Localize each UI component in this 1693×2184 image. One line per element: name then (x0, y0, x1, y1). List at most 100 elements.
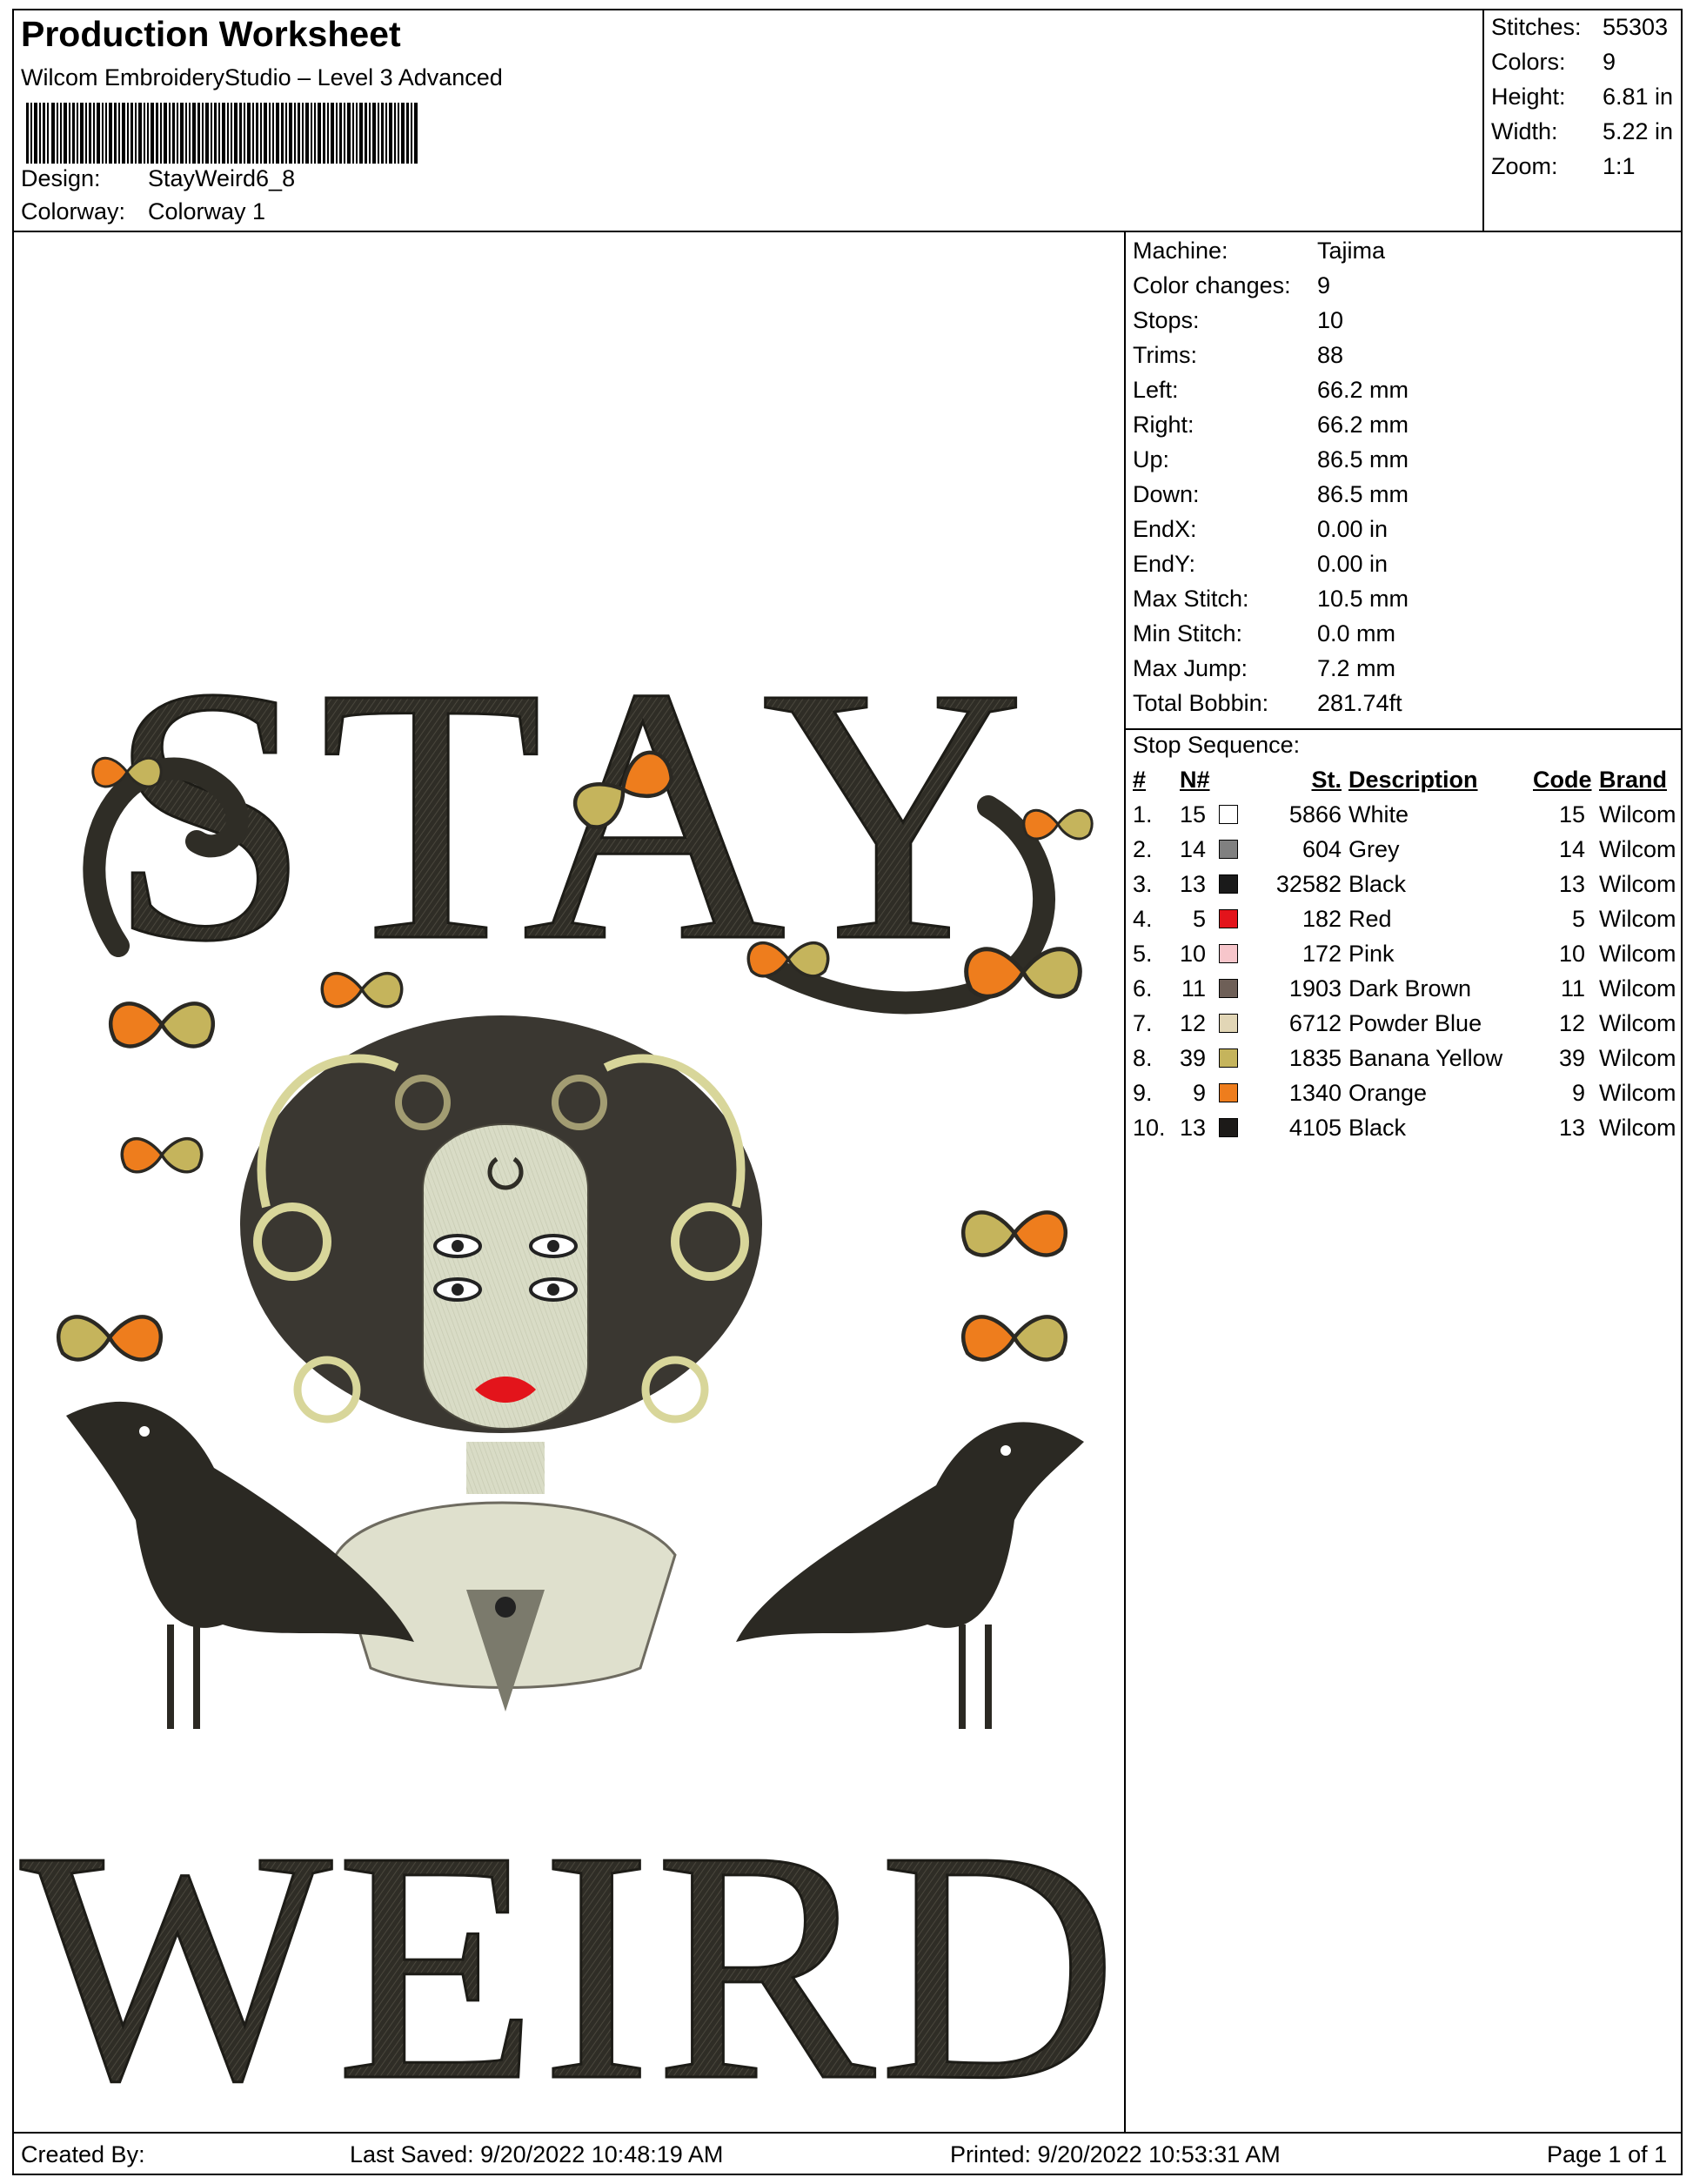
summary-label: Height: (1491, 84, 1566, 110)
seq-index: 8. (1133, 1045, 1153, 1071)
summary-label: Width: (1491, 118, 1558, 144)
color-swatch (1219, 1118, 1238, 1137)
seq-brand: Wilcom (1599, 906, 1676, 932)
butterfly (1022, 808, 1094, 841)
seq-description: Pink (1348, 941, 1395, 967)
seq-brand: Wilcom (1599, 1080, 1676, 1106)
info-label: Min Stitch: (1133, 620, 1243, 646)
info-label: Max Jump: (1133, 655, 1248, 681)
info-value: 0.0 mm (1317, 620, 1396, 646)
seq-needle: 13 (1180, 871, 1207, 897)
color-swatch (1219, 944, 1238, 963)
col-header-code: Code (1533, 767, 1592, 793)
info-label: Left: (1133, 377, 1179, 403)
summary-colors: Colors: 9 (1491, 49, 1616, 76)
info-value: Tajima (1317, 238, 1386, 264)
seq-brand: Wilcom (1599, 836, 1676, 862)
seq-needle: 12 (1180, 1010, 1207, 1036)
right-row: Right: 66.2 mm (1133, 412, 1409, 439)
seq-description: Black (1348, 1115, 1407, 1141)
butterfly (57, 1315, 163, 1362)
summary-value: 5.22 in (1603, 118, 1674, 144)
butterfly (120, 1136, 204, 1174)
info-value: 66.2 mm (1317, 377, 1409, 403)
summary-value: 1:1 (1603, 153, 1636, 179)
total-bobbin-row: Total Bobbin: 281.74ft (1133, 690, 1402, 717)
seq-index: 3. (1133, 871, 1153, 897)
info-label: Total Bobbin: (1133, 690, 1269, 716)
down-row: Down: 86.5 mm (1133, 481, 1409, 508)
col-header-brand: Brand (1599, 767, 1668, 793)
footer: Created By: Last Saved: 9/20/2022 10:48:… (14, 2132, 1681, 2175)
summary-label: Zoom: (1491, 153, 1558, 179)
color-swatch (1219, 805, 1238, 824)
seq-description: Red (1348, 906, 1392, 932)
seq-description: Dark Brown (1348, 975, 1472, 1002)
max-jump-row: Max Jump: 7.2 mm (1133, 655, 1395, 682)
seq-brand: Wilcom (1599, 975, 1676, 1002)
seq-brand: Wilcom (1599, 801, 1676, 827)
endy-row: EndY: 0.00 in (1133, 551, 1388, 578)
info-label: Color changes: (1133, 272, 1291, 298)
seq-code: 11 (1560, 975, 1585, 1002)
color-swatch (1219, 1083, 1238, 1102)
seq-index: 6. (1133, 975, 1153, 1002)
colorway-value: Colorway 1 (148, 198, 266, 224)
left-row: Left: 66.2 mm (1133, 377, 1409, 404)
header: Production Worksheet Wilcom EmbroiderySt… (14, 10, 1484, 232)
seq-code: 15 (1558, 801, 1585, 827)
seq-code: 14 (1558, 836, 1585, 862)
seq-brand: Wilcom (1599, 1115, 1676, 1141)
seq-code: 12 (1558, 1010, 1585, 1036)
seq-needle: 13 (1180, 1115, 1207, 1141)
summary-height: Height: 6.81 in (1491, 84, 1673, 111)
seq-stitches: 5866 (1288, 801, 1342, 827)
info-value: 281.74ft (1317, 690, 1402, 716)
seq-stitches: 4105 (1288, 1115, 1342, 1141)
summary-width: Width: 5.22 in (1491, 118, 1673, 145)
info-value: 0.00 in (1317, 551, 1389, 577)
seq-index: 10. (1133, 1115, 1166, 1141)
info-value: 10.5 mm (1317, 586, 1409, 612)
colorway-row: Colorway: Colorway 1 (21, 198, 265, 225)
seq-needle: 14 (1180, 836, 1207, 862)
col-header-needle: N# (1180, 767, 1210, 793)
seq-code: 13 (1558, 1115, 1585, 1141)
seq-index: 2. (1133, 836, 1153, 862)
seq-stitches: 604 (1302, 836, 1342, 862)
color-swatch (1219, 1048, 1238, 1068)
color-swatch (1219, 840, 1238, 859)
summary-zoom: Zoom: 1:1 (1491, 153, 1636, 180)
summary-label: Colors: (1491, 49, 1566, 75)
seq-description: Orange (1348, 1080, 1428, 1106)
seq-description: Powder Blue (1348, 1010, 1482, 1036)
info-value: 10 (1317, 307, 1344, 333)
seq-index: 4. (1133, 906, 1153, 932)
color-swatch (1219, 909, 1238, 928)
seq-code: 13 (1558, 871, 1585, 897)
seq-stitches: 172 (1302, 941, 1342, 967)
seq-index: 5. (1133, 941, 1153, 967)
seq-description: Banana Yellow (1348, 1045, 1503, 1071)
info-value: 9 (1317, 272, 1331, 298)
stop-sequence-title: Stop Sequence: (1133, 732, 1301, 758)
software-name: Wilcom EmbroideryStudio – Level 3 Advanc… (21, 64, 503, 90)
info-value: 0.00 in (1317, 516, 1389, 542)
colorway-label: Colorway: (21, 198, 126, 224)
seq-needle: 10 (1180, 941, 1207, 967)
stops-row: Stops: 10 (1133, 307, 1343, 334)
seq-needle: 11 (1181, 975, 1206, 1002)
min-stitch-row: Min Stitch: 0.0 mm (1133, 620, 1395, 647)
seq-code: 10 (1558, 941, 1585, 967)
info-value: 7.2 mm (1317, 655, 1396, 681)
seq-description: Black (1348, 871, 1407, 897)
seq-needle: 9 (1192, 1080, 1206, 1106)
design-label: Design: (21, 165, 101, 191)
machine-row: Machine: Tajima (1133, 238, 1385, 265)
summary-stitches: Stitches: 55303 (1491, 14, 1668, 41)
color-swatch (1219, 979, 1238, 998)
weird-text: WEIRD (20, 1783, 1121, 2132)
info-label: Trims: (1133, 342, 1197, 368)
butterfly (961, 1315, 1067, 1362)
seq-stitches: 32582 (1275, 871, 1342, 897)
